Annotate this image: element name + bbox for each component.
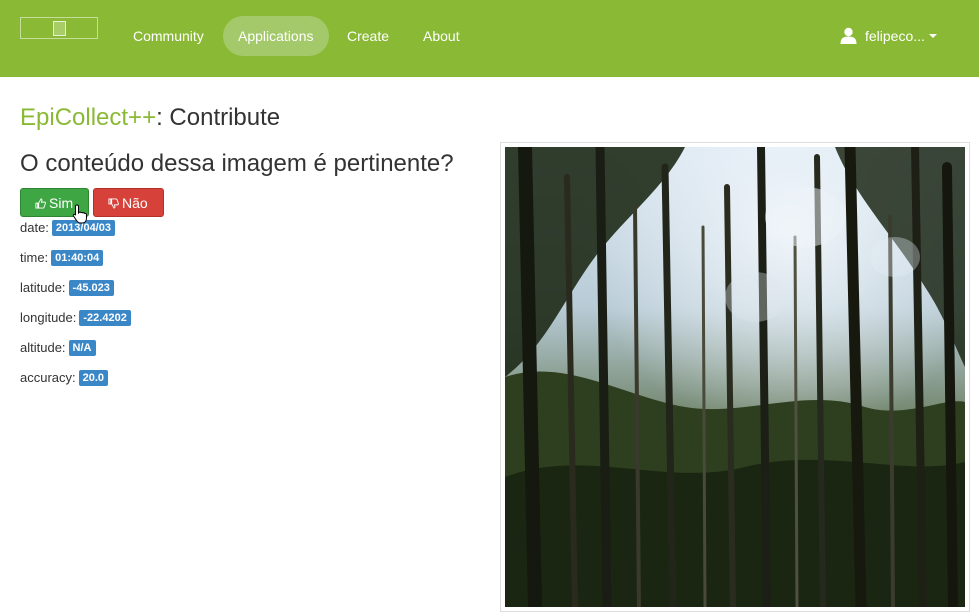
thumbs-up-icon [35,198,46,209]
question-text: O conteúdo dessa imagem é pertinente? [20,150,454,177]
meta-time-key: time: [20,250,49,265]
hand-cursor-icon [72,204,87,224]
user-icon [840,27,857,44]
meta-time: time: 01:40:04 [20,249,104,267]
forest-photo [505,147,965,607]
meta-date: date: 2013/04/03 [20,219,115,237]
user-menu-dropdown[interactable]: felipeco... [840,16,937,56]
app-name: EpiCollect++ [20,104,157,131]
meta-altitude-value: N/A [68,340,96,356]
meta-latitude: latitude: -45.023 [20,279,114,297]
nav-community[interactable]: Community [118,16,219,56]
meta-latitude-value: -45.023 [68,280,114,296]
photo-thumbnail [500,142,970,612]
nav-create[interactable]: Create [332,16,404,56]
no-button[interactable]: Não [93,188,164,217]
thumbs-down-icon [108,198,119,209]
broken-image-icon [53,21,66,36]
brand-logo[interactable] [20,17,98,39]
meta-latitude-key: latitude: [20,280,66,295]
page-title: EpiCollect++: Contribute [20,104,280,132]
meta-longitude-value: -22.4202 [79,310,131,326]
meta-longitude-key: longitude: [20,310,77,325]
yes-label: Sim [49,195,74,211]
user-name: felipeco... [865,28,925,44]
no-label: Não [122,195,148,211]
chevron-down-icon [928,34,937,38]
meta-accuracy-value: 20.0 [78,370,109,386]
meta-accuracy-key: accuracy: [20,370,76,385]
meta-date-key: date: [20,220,49,235]
top-navbar: Community Applications Create About feli… [0,0,979,77]
nav-applications[interactable]: Applications [223,16,329,56]
meta-accuracy: accuracy: 20.0 [20,369,109,387]
meta-longitude: longitude: -22.4202 [20,309,131,327]
meta-time-value: 01:40:04 [51,250,104,266]
nav-about[interactable]: About [408,16,475,56]
title-suffix: : Contribute [156,104,281,131]
meta-altitude-key: altitude: [20,340,66,355]
meta-altitude: altitude: N/A [20,339,96,357]
